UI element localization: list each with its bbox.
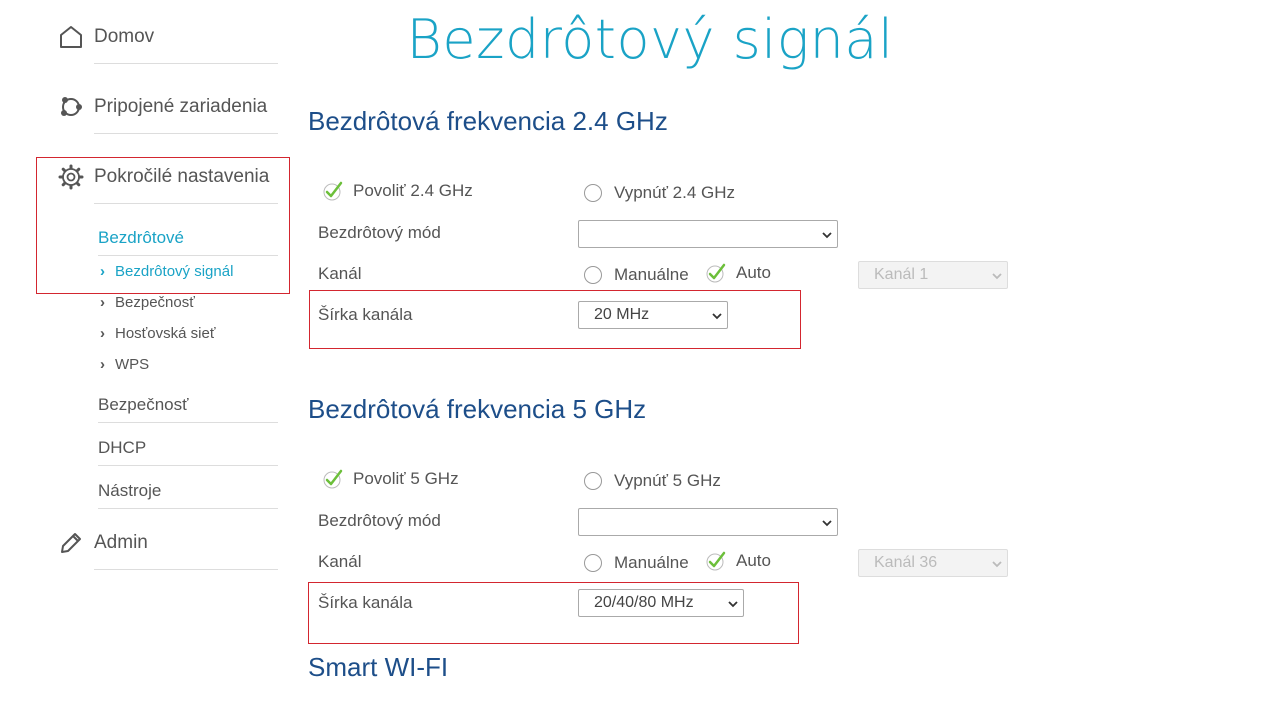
nav-security[interactable]: Bezpečnosť [98,395,278,423]
channel-select-2-4ghz[interactable]: Kanál 1 [858,261,1008,289]
channel-width-select-5ghz[interactable]: 20/40/80 MHz [578,589,744,617]
nav-divider [98,465,278,466]
wireless-mode-select-2-4ghz[interactable] [578,220,838,248]
channel-select-5ghz[interactable]: Kanál 36 [858,549,1008,577]
channel-value-5ghz: Kanál 36 [874,554,938,571]
chevron-down-icon [992,561,1002,568]
section-title-smart-wifi: Smart WI-FI [308,652,449,682]
chevron-right-icon: › [100,263,105,280]
channel-label-2-4ghz: Kanál [318,264,362,283]
channel-auto-option-2-4ghz[interactable]: Auto [705,262,771,284]
nav-admin[interactable]: Admin [58,530,278,570]
chevron-right-icon: › [100,294,105,311]
nav-wps-label: WPS [115,356,150,373]
connected-devices-icon [61,97,82,116]
channel-manual-option-5ghz[interactable]: Manuálne [582,552,689,574]
nav-wireless-security-label: Bezpečnosť [115,294,195,311]
channel-label-5ghz: Kanál [318,552,362,571]
pencil-icon [61,533,81,553]
channel-manual-label-2-4ghz: Manuálne [614,265,689,284]
checkmark-icon [323,181,343,201]
nav-advanced-settings-label: Pokročilé nastavenia [94,166,270,187]
channel-width-label-2-4ghz: Šírka kanála [318,305,413,324]
nav-wireless-signal[interactable]: › Bezdrôtový signál [100,263,233,283]
nav-tools-label: Nástroje [98,481,162,500]
page-title: Bezdrôtový signál [406,8,894,71]
checkmark-icon [323,469,343,489]
nav-divider [94,133,278,134]
chevron-down-icon [728,601,738,608]
chevron-down-icon [992,273,1002,280]
channel-width-value-5ghz: 20/40/80 MHz [594,594,694,611]
channel-auto-label-5ghz: Auto [736,551,771,570]
nav-divider [98,422,278,423]
section-title-2-4ghz: Bezdrôtová frekvencia 2.4 GHz [308,106,668,136]
channel-auto-label-2-4ghz: Auto [736,263,771,282]
nav-divider [98,508,278,509]
nav-divider [94,203,278,204]
radio-unchecked-icon [584,554,602,572]
nav-wireless-label: Bezdrôtové [98,228,184,247]
wireless-mode-label-2-4ghz: Bezdrôtový mód [318,223,441,242]
nav-advanced-settings[interactable]: Pokročilé nastavenia [58,164,278,204]
disable-2-4ghz-label: Vypnúť 2.4 GHz [614,183,736,202]
nav-dhcp-label: DHCP [98,438,147,457]
wireless-mode-label-5ghz: Bezdrôtový mód [318,511,441,530]
nav-dhcp[interactable]: DHCP [98,438,278,466]
channel-manual-label-5ghz: Manuálne [614,553,689,572]
chevron-right-icon: › [100,356,105,373]
nav-wireless-signal-label: Bezdrôtový signál [115,263,234,280]
nav-guest-network-label: Hosťovská sieť [115,325,216,342]
nav-tools[interactable]: Nástroje [98,481,278,509]
channel-manual-option-2-4ghz[interactable]: Manuálne [582,264,689,286]
chevron-right-icon: › [100,325,105,342]
nav-connected-devices-label: Pripojené zariadenia [94,96,268,117]
enable-2-4ghz-label: Povoliť 2.4 GHz [353,181,473,200]
nav-guest-network[interactable]: › Hosťovská sieť [100,325,215,345]
nav-divider [94,569,278,570]
nav-divider [98,255,278,256]
channel-auto-option-5ghz[interactable]: Auto [705,550,771,572]
nav-security-label: Bezpečnosť [98,395,189,414]
enable-5ghz-option[interactable]: Povoliť 5 GHz [322,468,459,490]
radio-unchecked-icon [584,472,602,490]
channel-value-2-4ghz: Kanál 1 [874,266,929,283]
disable-5ghz-label: Vypnúť 5 GHz [614,471,721,490]
nav-wireless[interactable]: Bezdrôtové [98,228,278,256]
enable-2-4ghz-option[interactable]: Povoliť 2.4 GHz [322,180,473,202]
disable-5ghz-option[interactable]: Vypnúť 5 GHz [582,470,721,492]
disable-2-4ghz-option[interactable]: Vypnúť 2.4 GHz [582,182,735,204]
chevron-down-icon [822,520,832,527]
section-title-5ghz: Bezdrôtová frekvencia 5 GHz [308,394,647,424]
nav-wps[interactable]: › WPS [100,356,149,376]
channel-width-label-5ghz: Šírka kanála [318,593,413,612]
radio-unchecked-icon [584,184,602,202]
chevron-down-icon [712,313,722,320]
wireless-mode-select-5ghz[interactable] [578,508,838,536]
radio-unchecked-icon [584,266,602,284]
enable-5ghz-label: Povoliť 5 GHz [353,469,459,488]
nav-wireless-security[interactable]: › Bezpečnosť [100,294,195,314]
nav-admin-label: Admin [94,532,148,553]
nav-connected-devices[interactable]: Pripojené zariadenia [58,94,278,134]
checkmark-icon [706,551,726,571]
channel-width-value-2-4ghz: 20 MHz [594,306,650,323]
chevron-down-icon [822,232,832,239]
channel-width-select-2-4ghz[interactable]: 20 MHz [578,301,728,329]
gear-icon [58,164,84,190]
checkmark-icon [706,263,726,283]
